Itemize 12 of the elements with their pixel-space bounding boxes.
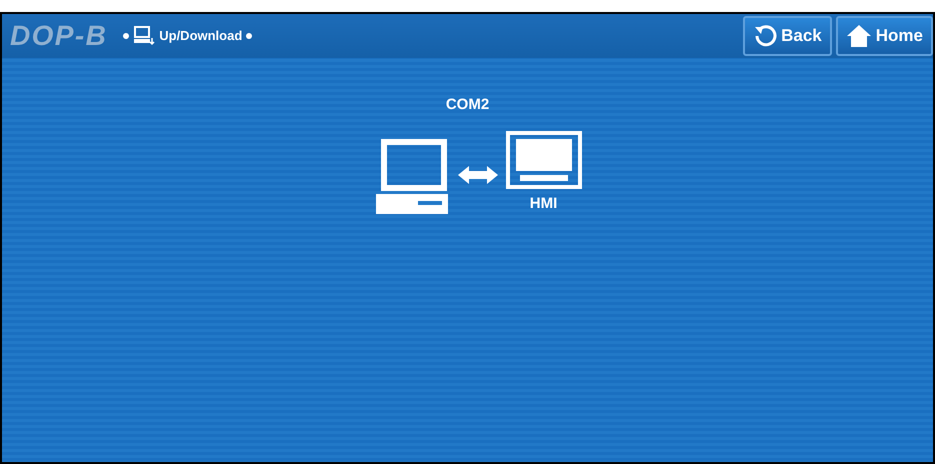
double-arrow-icon bbox=[458, 165, 498, 185]
undo-icon bbox=[753, 24, 778, 48]
home-icon bbox=[846, 24, 872, 48]
hmi-panel-icon bbox=[506, 130, 582, 188]
computer-icon bbox=[374, 139, 450, 215]
computer-icon bbox=[133, 26, 156, 46]
device-label: HMI bbox=[530, 194, 558, 214]
port-label: COM2 bbox=[446, 95, 490, 115]
logo: DOP-B bbox=[10, 22, 108, 50]
back-button[interactable]: Back bbox=[743, 16, 832, 56]
breadcrumb: Up/Download bbox=[159, 27, 242, 46]
home-button[interactable]: Home bbox=[836, 16, 933, 56]
